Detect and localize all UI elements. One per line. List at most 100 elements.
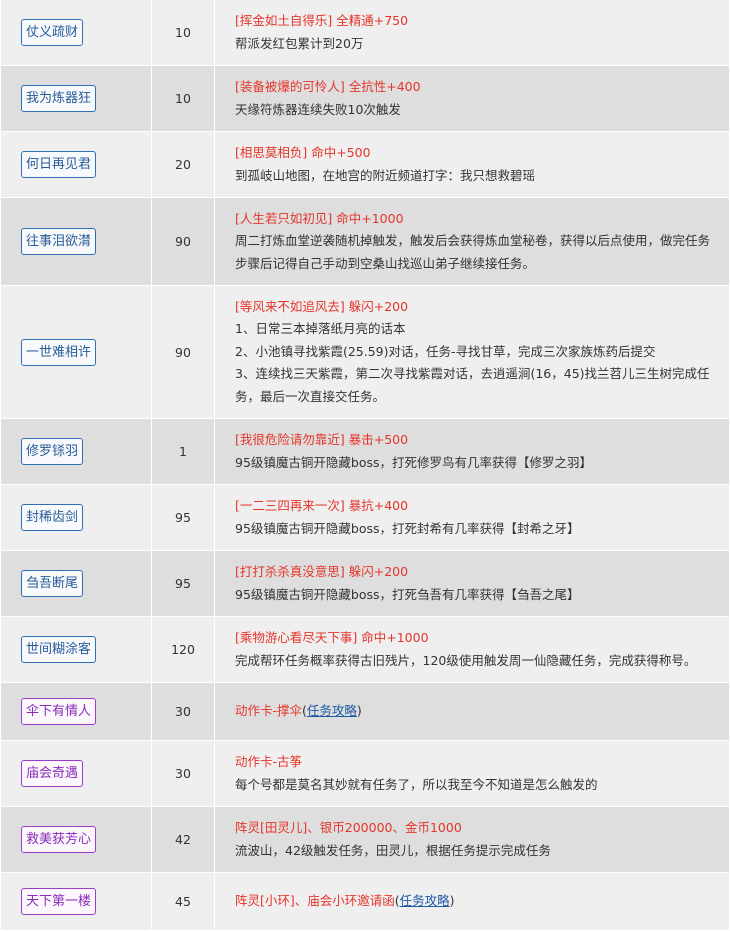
level-cell: 120 — [151, 616, 215, 683]
level-cell: 1 — [151, 418, 215, 485]
reward-name: [乘物游心看尽天下事] — [235, 630, 358, 645]
detail-cell: [我很危险请勿靠近] 暴击+500 95级镇魔古铜开隐藏boss，打死修罗鸟有几率… — [214, 418, 730, 485]
reward-bonus: 命中+1000 — [361, 630, 429, 645]
level-cell: 90 — [151, 197, 215, 286]
detail-cell: 阵灵[田灵儿]、银币200000、金币1000 流波山，42级触发任务，田灵儿，根… — [214, 806, 730, 873]
title-cell: 伞下有情人 — [0, 682, 152, 741]
description: 95级镇魔古铜开隐藏boss，打死封希有几率获得【封希之牙】 — [235, 518, 719, 541]
link-paren-close: ) — [356, 703, 362, 719]
title-cell: 一世难相许 — [0, 285, 152, 419]
description: 帮派发红包累计到20万 — [235, 33, 719, 56]
title-badge: 天下第一楼 — [21, 888, 97, 915]
level-cell: 10 — [151, 65, 215, 132]
reward-text: 阵灵[田灵儿]、银币200000、金币1000 — [235, 820, 462, 835]
description-line: 95级镇魔古铜开隐藏boss，打死修罗鸟有几率获得【修罗之羽】 — [235, 454, 593, 470]
table-row: 刍吾断尾 95 [打打杀杀真没意思] 躲闪+200 95级镇魔古铜开隐藏boss，打死… — [0, 550, 730, 617]
title-badge: 仗义疏财 — [21, 19, 84, 46]
guide-link[interactable]: 任务攻略 — [400, 893, 450, 908]
link-paren-close: ) — [449, 893, 455, 909]
reward-bonus: 命中+1000 — [336, 210, 404, 226]
reward-line: [等风来不如追风去] 躲闪+200 — [235, 296, 719, 319]
reward-name: [打打杀杀真没意思] — [235, 564, 345, 579]
level-cell: 95 — [151, 484, 215, 551]
reward-name: [我很危险请勿靠近] — [235, 432, 345, 447]
reward-bonus: 暴击+500 — [348, 432, 409, 447]
reward-line: 阵灵[田灵儿]、银币200000、金币1000 — [235, 817, 719, 840]
table-row: 天下第一楼 45 阵灵[小环]、庙会小环邀请函(任务攻略) — [0, 872, 730, 931]
description-line: 周二打炼血堂逆袭随机掉触发，触发后会获得炼血堂秘卷，获得以后点使用，做完任务步骤… — [235, 233, 711, 271]
description-line: 95级镇魔古铜开隐藏boss，打死封希有几率获得【封希之牙】 — [235, 520, 580, 536]
table-row: 世间糊涂客 120 [乘物游心看尽天下事] 命中+1000 完成帮环任务概率获得古旧残… — [0, 616, 730, 683]
description-line: 天缘符炼器连续失败10次触发 — [235, 101, 401, 117]
detail-cell: [装备被爆的可怜人] 全抗性+400 天缘符炼器连续失败10次触发 — [214, 65, 730, 132]
reward-line: 动作卡-古筝 — [235, 751, 719, 774]
title-cell: 修罗铩羽 — [0, 418, 152, 485]
table-row: 仗义疏财 10 [挥金如土自得乐] 全精通+750 帮派发红包累计到20万 — [0, 0, 730, 66]
title-badge: 封稀齿剑 — [21, 504, 84, 531]
table-row: 修罗铩羽 1 [我很危险请勿靠近] 暴击+500 95级镇魔古铜开隐藏boss，打死修… — [0, 418, 730, 485]
reward-bonus: 全抗性+400 — [348, 79, 421, 94]
level-cell: 30 — [151, 682, 215, 741]
title-cell: 何日再见君 — [0, 131, 152, 198]
reward-line: 阵灵[小环]、庙会小环邀请函(任务攻略) — [235, 890, 719, 913]
table-row: 一世难相许 90 [等风来不如追风去] 躲闪+200 1、日常三本掉落纸月亮的话本 2、… — [0, 285, 730, 419]
reward-name: [挥金如土自得乐] — [235, 13, 333, 28]
title-badge: 庙会奇遇 — [21, 760, 84, 787]
table-row: 往事泪欲潸 90 [人生若只如初见] 命中+1000 周二打炼血堂逆袭随机掉触发，触发… — [0, 197, 730, 286]
reward-name: [相思莫相负] — [235, 145, 308, 160]
title-badge: 修罗铩羽 — [21, 438, 84, 465]
title-cell: 庙会奇遇 — [0, 740, 152, 807]
description: 周二打炼血堂逆袭随机掉触发，触发后会获得炼血堂秘卷，获得以后点使用，做完任务步骤… — [235, 230, 719, 275]
description: 完成帮环任务概率获得古旧残片，120级使用触发周一仙隐藏任务，完成获得称号。 — [235, 650, 719, 673]
detail-cell: [等风来不如追风去] 躲闪+200 1、日常三本掉落纸月亮的话本 2、小池镇寻找紫霞… — [214, 285, 730, 419]
detail-cell: [一二三四再来一次] 暴抗+400 95级镇魔古铜开隐藏boss，打死封希有几率获… — [214, 484, 730, 551]
table-row: 伞下有情人 30 动作卡-撑伞(任务攻略) — [0, 682, 730, 741]
reward-text: 阵灵[小环]、庙会小环邀请函 — [235, 893, 395, 909]
reward-line: [一二三四再来一次] 暴抗+400 — [235, 495, 719, 518]
title-table-body: 仗义疏财 10 [挥金如土自得乐] 全精通+750 帮派发红包累计到20万 我为炼器狂 1… — [0, 0, 730, 931]
description: 1、日常三本掉落纸月亮的话本 2、小池镇寻找紫霞(25.59)对话，任务-寻找甘草… — [235, 318, 719, 408]
detail-cell: [打打杀杀真没意思] 躲闪+200 95级镇魔古铜开隐藏boss，打死刍吾有几率获… — [214, 550, 730, 617]
reward-bonus: 躲闪+200 — [348, 564, 409, 579]
title-cell: 我为炼器狂 — [0, 65, 152, 132]
title-badge: 世间糊涂客 — [21, 636, 97, 663]
title-cell: 刍吾断尾 — [0, 550, 152, 617]
reward-name: [人生若只如初见] — [235, 210, 333, 226]
description: 每个号都是莫名其妙就有任务了，所以我至今不知道是怎么触发的 — [235, 774, 719, 797]
reward-bonus: 全精通+750 — [336, 13, 409, 28]
description-line: 完成帮环任务概率获得古旧残片，120级使用触发周一仙隐藏任务，完成获得称号。 — [235, 652, 697, 668]
table-row: 庙会奇遇 30 动作卡-古筝 每个号都是莫名其妙就有任务了，所以我至今不知道是怎么触发… — [0, 740, 730, 807]
description-line: 1、日常三本掉落纸月亮的话本 — [235, 321, 406, 337]
description: 到孤岐山地图，在地宫的附近频道打字：我只想救碧瑶 — [235, 165, 719, 188]
title-badge: 伞下有情人 — [21, 698, 97, 725]
title-badge: 一世难相许 — [21, 338, 97, 366]
level-cell: 42 — [151, 806, 215, 873]
description-line: 每个号都是莫名其妙就有任务了，所以我至今不知道是怎么触发的 — [235, 776, 598, 792]
description: 天缘符炼器连续失败10次触发 — [235, 99, 719, 122]
description-line: 95级镇魔古铜开隐藏boss，打死刍吾有几率获得【刍吾之尾】 — [235, 586, 580, 602]
level-cell: 10 — [151, 0, 215, 66]
description-line: 帮派发红包累计到20万 — [235, 35, 364, 51]
title-badge: 往事泪欲潸 — [21, 228, 97, 255]
table-row: 救美获芳心 42 阵灵[田灵儿]、银币200000、金币1000 流波山，42级触发任… — [0, 806, 730, 873]
detail-cell: [人生若只如初见] 命中+1000 周二打炼血堂逆袭随机掉触发，触发后会获得炼血堂… — [214, 197, 730, 286]
table-row: 我为炼器狂 10 [装备被爆的可怜人] 全抗性+400 天缘符炼器连续失败10次触发 — [0, 65, 730, 132]
reward-text: 动作卡-古筝 — [235, 754, 303, 769]
reward-line: [装备被爆的可怜人] 全抗性+400 — [235, 76, 719, 99]
guide-link[interactable]: 任务攻略 — [307, 703, 357, 718]
reward-text: 动作卡-撑伞 — [235, 703, 303, 719]
description-line: 到孤岐山地图，在地宫的附近频道打字：我只想救碧瑶 — [235, 167, 536, 183]
description: 95级镇魔古铜开隐藏boss，打死刍吾有几率获得【刍吾之尾】 — [235, 584, 719, 607]
reward-name: [一二三四再来一次] — [235, 498, 345, 513]
title-badge: 何日再见君 — [21, 151, 97, 178]
level-cell: 95 — [151, 550, 215, 617]
reward-line: [挥金如土自得乐] 全精通+750 — [235, 10, 719, 33]
title-table: 仗义疏财 10 [挥金如土自得乐] 全精通+750 帮派发红包累计到20万 我为炼器狂 1… — [0, 0, 730, 931]
title-cell: 封稀齿剑 — [0, 484, 152, 551]
title-cell: 往事泪欲潸 — [0, 197, 152, 286]
reward-bonus: 命中+500 — [311, 145, 371, 160]
reward-line: [相思莫相负] 命中+500 — [235, 142, 719, 165]
reward-bonus: 躲闪+200 — [348, 298, 409, 314]
title-badge: 救美获芳心 — [21, 826, 97, 853]
reward-bonus: 暴抗+400 — [348, 498, 409, 513]
